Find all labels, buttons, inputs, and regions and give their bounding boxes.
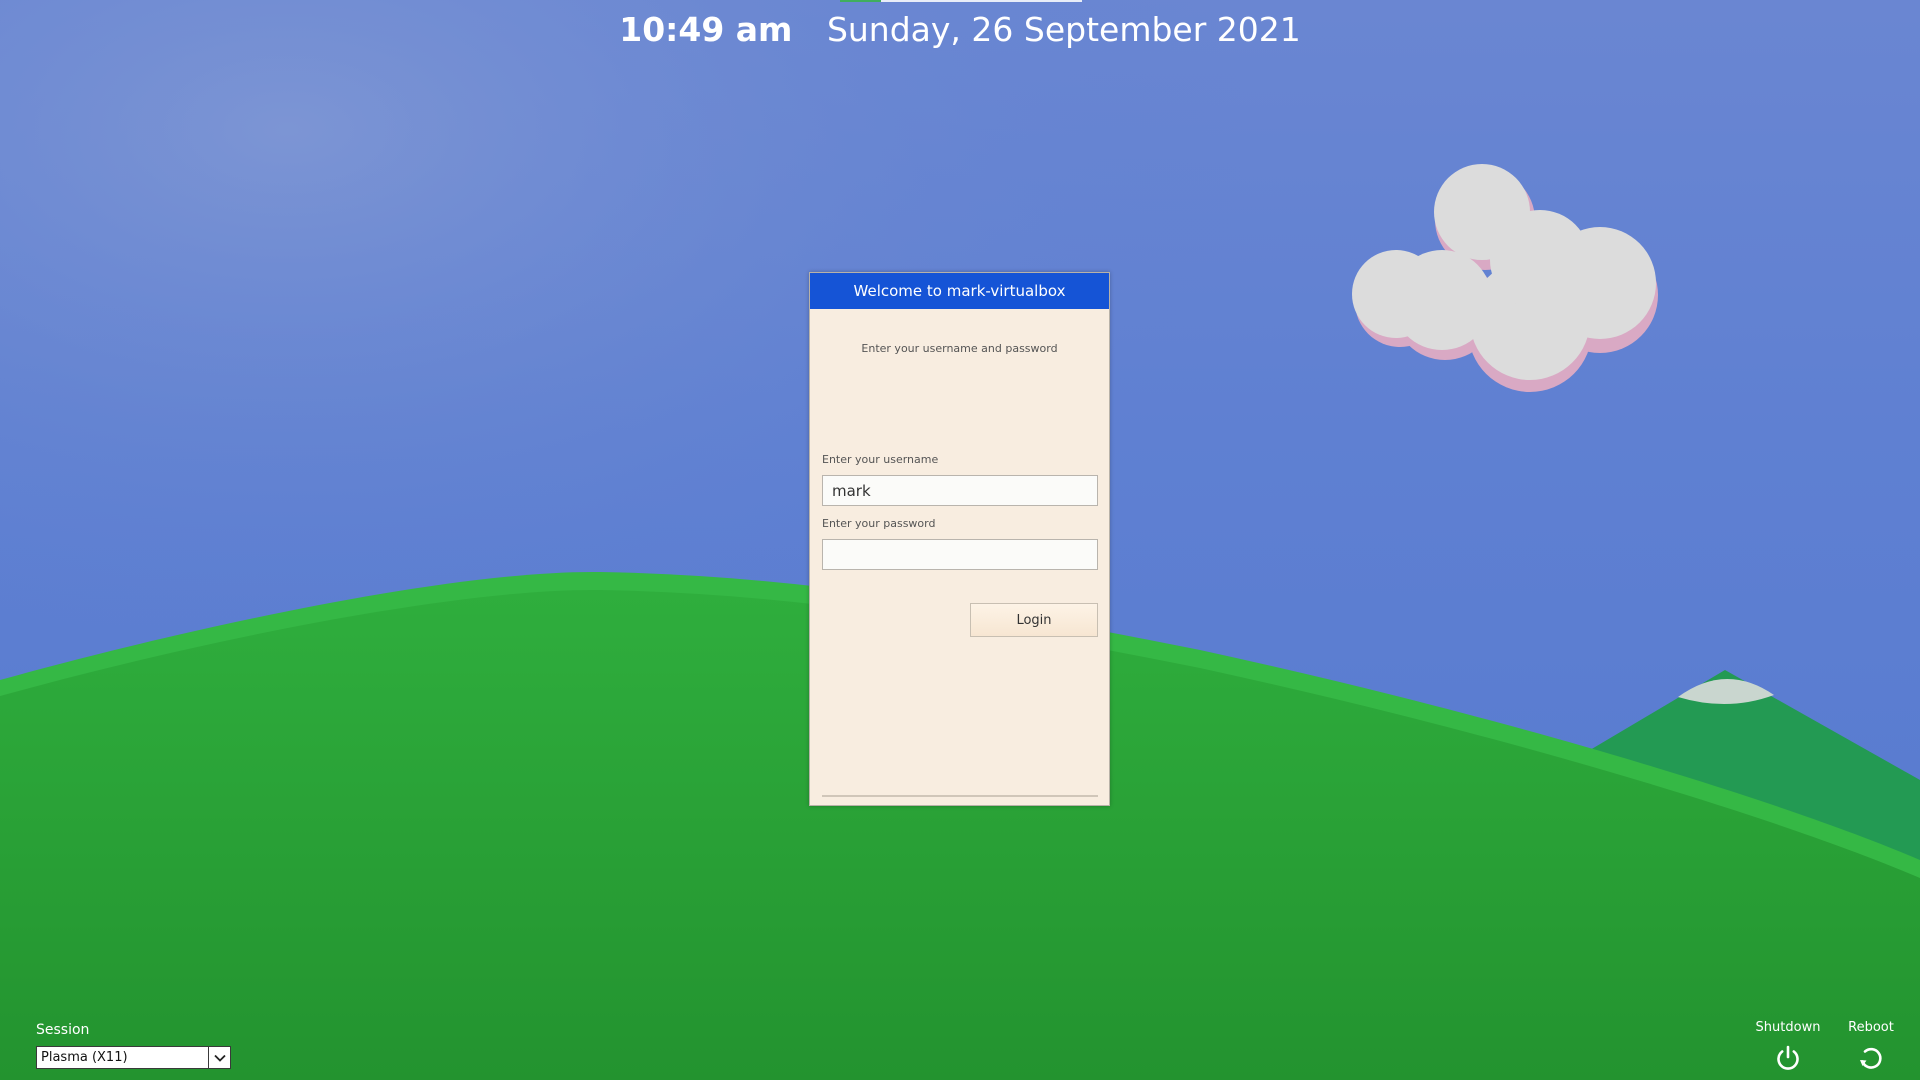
top-progress-bar xyxy=(840,0,1082,2)
dialog-subtitle: Enter your username and password xyxy=(861,342,1058,355)
session-select[interactable]: Plasma (X11) xyxy=(36,1046,231,1069)
session-selected-value: Plasma (X11) xyxy=(41,1050,128,1065)
dialog-title: Welcome to mark-virtualbox xyxy=(810,273,1109,309)
reboot-label: Reboot xyxy=(1848,1020,1894,1035)
login-screen: 10:49 am Sunday, 26 September 2021 Welco… xyxy=(0,0,1920,1080)
username-label: Enter your username xyxy=(822,453,939,466)
password-label: Enter your password xyxy=(822,517,936,530)
login-button[interactable]: Login xyxy=(970,603,1098,637)
password-input[interactable] xyxy=(822,539,1098,570)
clock-time: 10:49 am xyxy=(619,10,793,49)
dialog-divider xyxy=(822,795,1098,797)
clock-date: Sunday, 26 September 2021 xyxy=(826,10,1301,49)
chevron-down-icon[interactable] xyxy=(208,1047,230,1068)
username-input[interactable] xyxy=(822,475,1098,506)
power-icon[interactable] xyxy=(1774,1044,1802,1072)
shutdown-button[interactable]: Shutdown xyxy=(1753,1020,1823,1072)
shutdown-label: Shutdown xyxy=(1755,1020,1821,1035)
reboot-button[interactable]: Reboot xyxy=(1836,1020,1906,1072)
login-dialog: Welcome to mark-virtualbox Enter your us… xyxy=(809,272,1110,806)
reboot-icon[interactable] xyxy=(1857,1044,1885,1072)
clock: 10:49 am Sunday, 26 September 2021 xyxy=(0,10,1920,49)
session-label: Session xyxy=(36,1022,90,1038)
